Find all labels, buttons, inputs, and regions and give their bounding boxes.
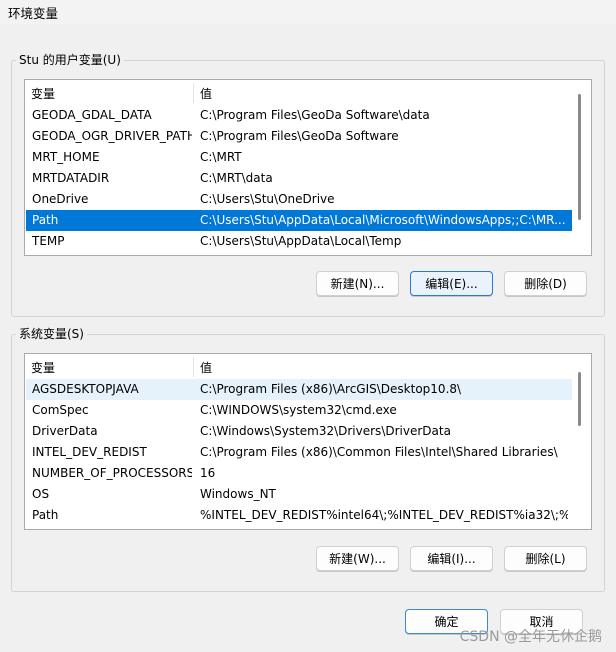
system-edit-button[interactable]: 编辑(I)...	[410, 546, 493, 571]
scrollbar-thumb[interactable]	[578, 372, 581, 426]
row-value: C:\Users\Stu\AppData\Local\Temp	[200, 234, 402, 248]
row-value: %INTEL_DEV_REDIST%intel64\;%INTEL_DEV_RE…	[200, 508, 568, 522]
title-bar: 环境变量	[0, 0, 616, 24]
column-header-value[interactable]: 值	[200, 85, 212, 102]
column-divider[interactable]	[193, 83, 194, 103]
table-row[interactable]: NUMBER_OF_PROCESSORS 16	[26, 463, 572, 484]
system-new-button[interactable]: 新建(W)...	[316, 546, 399, 571]
user-variables-list[interactable]: 变量 值 GEODA_GDAL_DATA C:\Program Files\Geo…	[24, 79, 592, 256]
scrollbar-thumb[interactable]	[578, 94, 581, 220]
user-edit-button[interactable]: 编辑(E)...	[410, 271, 493, 296]
vertical-scrollbar[interactable]	[573, 354, 587, 529]
table-row[interactable]: INTEL_DEV_REDIST C:\Program Files (x86)\C…	[26, 442, 572, 463]
row-name: MRT_HOME	[32, 150, 100, 164]
system-variables-legend: 系统变量(S)	[16, 327, 87, 341]
watermark: CSDN @全年无休企鹅	[459, 629, 602, 645]
row-value: C:\MRT\data	[200, 171, 273, 185]
table-row[interactable]: OS Windows_NT	[26, 484, 572, 505]
row-value: C:\Program Files\GeoDa Software\data	[200, 108, 430, 122]
table-row[interactable]: MRT_HOME C:\MRT	[26, 147, 572, 168]
row-name: AGSDESKTOPJAVA	[32, 382, 139, 396]
row-value: C:\MRT	[200, 150, 242, 164]
row-name: TEMP	[32, 234, 65, 248]
row-value: C:\Program Files\GeoDa Software	[200, 129, 399, 143]
table-row-selected[interactable]: Path C:\Users\Stu\AppData\Local\Microsoft…	[26, 210, 572, 231]
row-value: C:\Windows\System32\Drivers\DriverData	[200, 424, 451, 438]
row-name: GEODA_GDAL_DATA	[32, 108, 152, 122]
row-value: C:\WINDOWS\system32\cmd.exe	[200, 403, 397, 417]
system-variables-list[interactable]: 变量 值 AGSDESKTOPJAVA C:\Program Files (x86…	[24, 353, 592, 530]
list-header: 变量 值	[25, 80, 591, 104]
column-header-name[interactable]: 变量	[31, 359, 55, 376]
row-value: C:\Program Files (x86)\Common Files\Inte…	[200, 445, 558, 459]
row-name: Path	[32, 508, 59, 522]
column-divider[interactable]	[193, 357, 194, 377]
vertical-scrollbar[interactable]	[573, 80, 587, 255]
table-row[interactable]: ComSpec C:\WINDOWS\system32\cmd.exe	[26, 400, 572, 421]
row-value: C:\Users\Stu\AppData\Local\Microsoft\Win…	[200, 213, 566, 227]
row-name: DriverData	[32, 424, 98, 438]
row-value: Windows_NT	[200, 487, 276, 501]
row-value: C:\Users\Stu\OneDrive	[200, 192, 335, 206]
user-variables-legend: Stu 的用户变量(U)	[16, 53, 124, 67]
row-name: MRTDATADIR	[32, 171, 110, 185]
row-value: 16	[200, 466, 216, 480]
table-row[interactable]: GEODA_GDAL_DATA C:\Program Files\GeoDa So…	[26, 105, 572, 126]
user-delete-button[interactable]: 删除(D)	[504, 271, 587, 296]
user-new-button[interactable]: 新建(N)...	[316, 271, 399, 296]
row-name: OneDrive	[32, 192, 89, 206]
system-delete-button[interactable]: 删除(L)	[504, 546, 587, 571]
table-row[interactable]: Path %INTEL_DEV_REDIST%intel64\;%INTEL_DE…	[26, 505, 572, 526]
table-row[interactable]: TEMP C:\Users\Stu\AppData\Local\Temp	[26, 231, 572, 252]
list-header: 变量 值	[25, 354, 591, 378]
column-header-value[interactable]: 值	[200, 359, 212, 376]
row-value: C:\Program Files (x86)\ArcGIS\Desktop10.…	[200, 382, 462, 396]
table-row[interactable]: GEODA_OGR_DRIVER_PATH C:\Program Files\Ge…	[26, 126, 572, 147]
column-header-name[interactable]: 变量	[31, 85, 55, 102]
table-row[interactable]: OneDrive C:\Users\Stu\OneDrive	[26, 189, 572, 210]
row-name: NUMBER_OF_PROCESSORS	[32, 466, 192, 480]
row-name: INTEL_DEV_REDIST	[32, 445, 147, 459]
row-name: OS	[32, 487, 50, 501]
window-title: 环境变量	[8, 6, 59, 21]
table-row[interactable]: MRTDATADIR C:\MRT\data	[26, 168, 572, 189]
table-row-highlighted[interactable]: AGSDESKTOPJAVA C:\Program Files (x86)\Arc…	[26, 379, 572, 400]
row-name: Path	[32, 213, 59, 227]
row-name: ComSpec	[32, 403, 89, 417]
row-name: GEODA_OGR_DRIVER_PATH	[32, 129, 192, 143]
table-row[interactable]: DriverData C:\Windows\System32\Drivers\Dr…	[26, 421, 572, 442]
